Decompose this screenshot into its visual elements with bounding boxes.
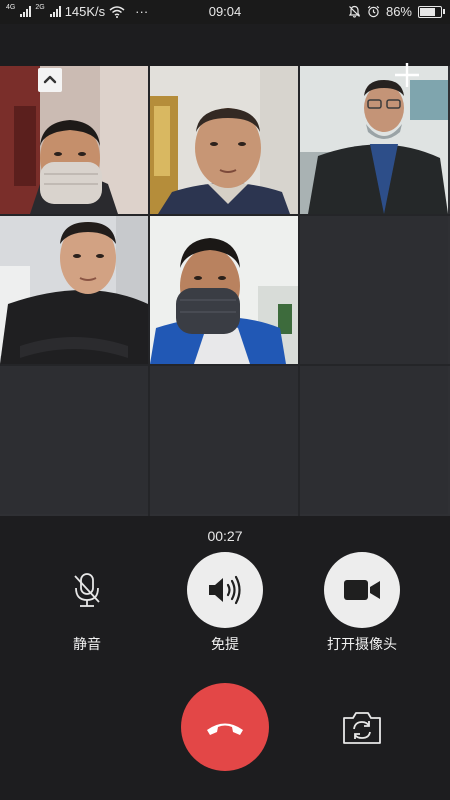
status-bar: 4G 2G 145K/s ··· 09:04 86% <box>0 0 450 24</box>
empty-video-slot <box>300 366 448 514</box>
battery-percent: 86% <box>385 4 412 19</box>
participant-video-4[interactable] <box>0 216 148 364</box>
camera-toggle-button[interactable]: 打开摄像头 <box>317 552 407 654</box>
participant-video-5-image <box>150 216 298 364</box>
alarm-icon <box>367 5 380 18</box>
speaker-label: 免提 <box>211 636 239 652</box>
mute-button-circle[interactable] <box>49 552 125 628</box>
grid-divider <box>0 364 450 366</box>
participant-video-1-image <box>0 66 148 214</box>
camera-label: 打开摄像头 <box>327 636 397 652</box>
battery-icon <box>418 5 445 18</box>
speaker-button[interactable]: 免提 <box>180 552 270 654</box>
participant-video-3[interactable] <box>300 66 448 214</box>
empty-video-slot <box>0 366 148 514</box>
participant-video-2[interactable] <box>150 66 298 214</box>
phone-hangup-icon <box>207 723 243 735</box>
grid-divider <box>0 214 450 216</box>
participant-video-2-image <box>150 66 298 214</box>
participant-video-5[interactable] <box>150 216 298 364</box>
video-camera-icon <box>344 580 380 600</box>
empty-video-slot <box>300 216 448 364</box>
empty-video-slot <box>150 366 298 514</box>
microphone-off-icon <box>74 573 100 607</box>
participant-video-1[interactable] <box>0 66 148 214</box>
switch-camera-button[interactable] <box>340 708 384 748</box>
participant-video-4-image <box>0 216 148 364</box>
speaker-icon <box>209 575 241 605</box>
video-grid <box>0 66 450 516</box>
grid-divider <box>298 66 300 516</box>
mute-button[interactable]: 静音 <box>42 552 132 654</box>
speaker-button-circle[interactable] <box>187 552 263 628</box>
mute-label: 静音 <box>73 636 101 652</box>
call-timer: 00:27 <box>207 528 243 544</box>
chevron-up-icon <box>43 75 57 84</box>
bell-off-icon <box>348 5 361 18</box>
hang-up-button[interactable] <box>181 683 269 771</box>
add-member-button[interactable] <box>390 58 424 92</box>
switch-camera-icon <box>343 712 381 744</box>
plus-icon <box>395 63 419 87</box>
camera-toggle-button-circle[interactable] <box>324 552 400 628</box>
minimize-button[interactable] <box>38 68 62 92</box>
status-right: 86% <box>348 4 445 19</box>
grid-divider <box>148 66 150 516</box>
participant-video-3-image <box>300 66 448 214</box>
